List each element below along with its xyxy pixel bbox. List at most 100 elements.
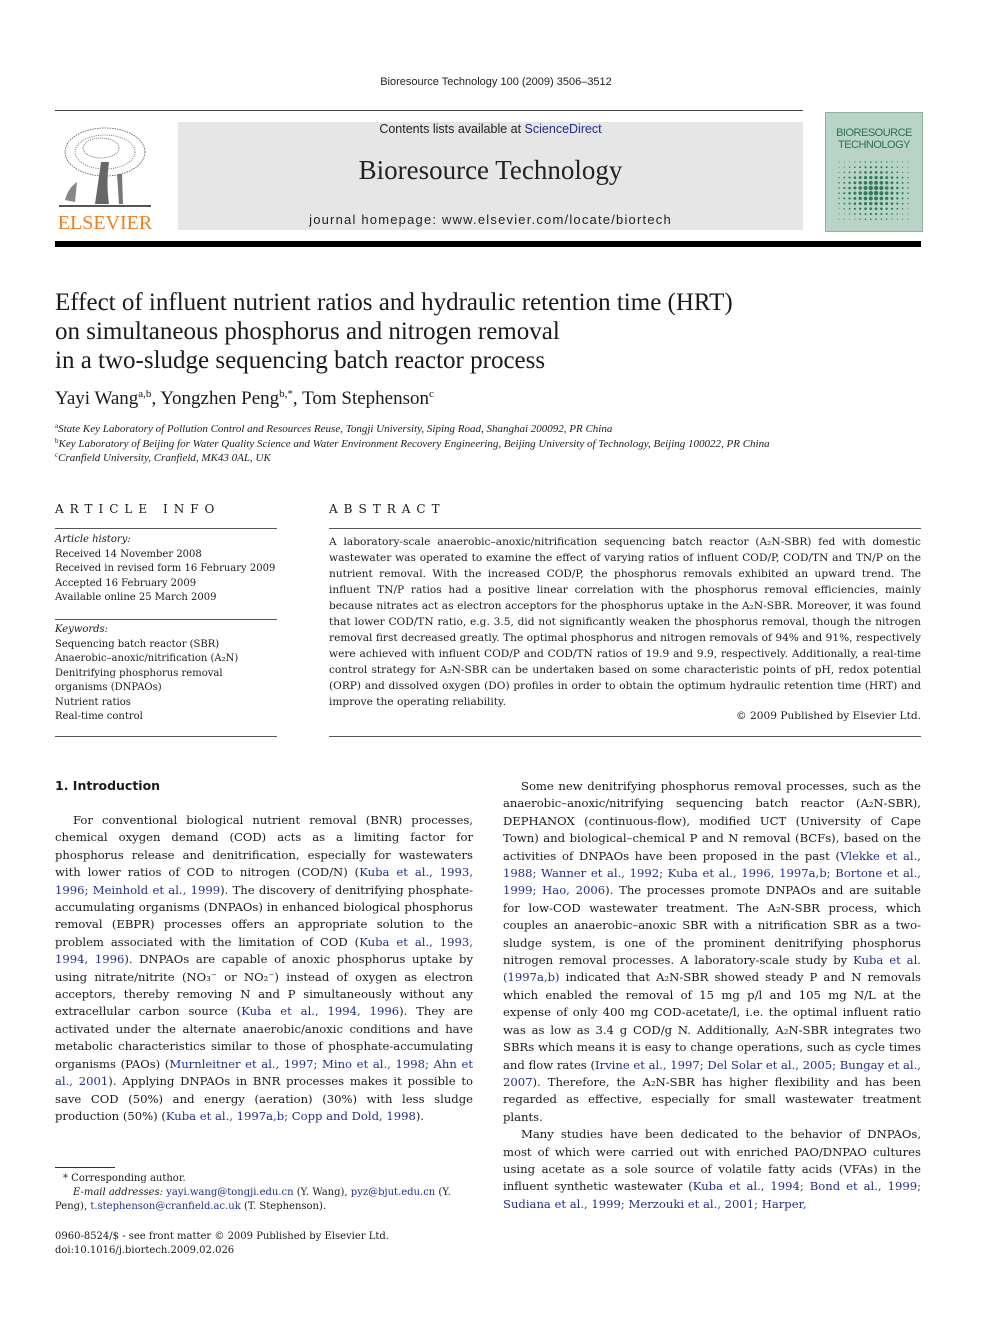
body-paragraph: Some new denitrifying phosphorus removal… — [503, 778, 921, 1126]
contents-prefix: Contents lists available at — [379, 122, 525, 136]
cover-dot — [890, 186, 894, 190]
cover-dot — [886, 218, 888, 220]
cover-dot — [885, 202, 889, 206]
cover-dot — [885, 166, 888, 169]
cover-dot — [885, 213, 888, 215]
cover-dot — [874, 201, 878, 206]
sciencedirect-link[interactable]: ScienceDirect — [525, 122, 602, 136]
cover-dot — [859, 213, 862, 215]
cover-dot — [885, 207, 888, 211]
affiliation-text: Key Laboratory of Beijing for Water Qual… — [58, 438, 770, 450]
cover-dot — [848, 181, 851, 185]
cover-dot — [885, 196, 889, 201]
cover-dot — [874, 207, 878, 211]
email-link[interactable]: t.stephenson@cranfield.ac.uk — [90, 1201, 240, 1212]
cover-dot — [902, 166, 904, 168]
elsevier-logo[interactable]: ELSEVIER — [55, 120, 155, 234]
article-title-line: Effect of influent nutrient ratios and h… — [55, 289, 733, 316]
cover-dot — [879, 191, 884, 196]
author-marks[interactable]: a,b — [138, 388, 151, 400]
cover-dot — [848, 197, 851, 200]
cover-dot — [838, 176, 840, 179]
history-label: Article history: — [55, 534, 131, 545]
cover-dot — [853, 191, 857, 195]
cover-dot — [843, 202, 846, 205]
cover-dot — [854, 161, 856, 163]
cover-title-line: BIORESOURCE — [836, 127, 912, 139]
journal-cover-thumbnail[interactable]: BIORESOURCE TECHNOLOGY — [825, 112, 923, 232]
cover-dot — [858, 196, 862, 201]
cover-dot — [863, 191, 868, 196]
cover-dot — [879, 176, 883, 180]
cover-dot — [864, 207, 867, 211]
cover-dot — [858, 176, 862, 180]
cover-dot — [869, 175, 873, 180]
cover-dot — [890, 191, 894, 195]
cover-dot — [853, 202, 857, 205]
cover-dot — [891, 213, 893, 215]
article-title: Effect of influent nutrient ratios and h… — [55, 288, 935, 375]
cover-dot — [902, 213, 904, 215]
contents-line: Contents lists available at ScienceDirec… — [178, 122, 803, 136]
citation-link[interactable]: Kuba et al., 1997a,b; Copp and Dold, 199… — [166, 1109, 416, 1123]
cover-dot — [880, 212, 883, 216]
top-rule — [55, 110, 803, 111]
body-text: indicated that A₂N-SBR showed steady P a… — [503, 970, 921, 1072]
cover-dot — [868, 190, 874, 196]
cover-dot — [879, 196, 884, 201]
cover-dot — [902, 161, 904, 163]
email-link[interactable]: yayi.wang@tongji.edu.cn — [166, 1187, 293, 1198]
history-entry: Accepted 16 February 2009 — [55, 577, 197, 589]
cover-dot — [838, 218, 840, 220]
cover-dot — [890, 176, 894, 179]
journal-homepage-link[interactable]: journal homepage: www.elsevier.com/locat… — [178, 212, 803, 227]
cover-dot — [874, 171, 878, 174]
cover-dot — [864, 218, 867, 220]
cover-dot — [907, 202, 909, 205]
abstract-rule — [329, 528, 921, 529]
corresponding-author-note: * Corresponding author. — [63, 1173, 186, 1184]
author-name[interactable]: Tom Stephenson — [302, 388, 429, 409]
email-owner: (Y. Wang), — [293, 1187, 351, 1198]
author-name[interactable]: Yongzhen Peng — [160, 388, 279, 409]
article-info-rule — [55, 528, 277, 529]
cover-dot — [848, 176, 851, 179]
cover-dot — [873, 185, 879, 191]
cover-dot — [896, 176, 899, 179]
cover-dot — [848, 202, 851, 205]
cover-dot — [901, 197, 904, 200]
author-marks[interactable]: b,* — [279, 388, 293, 400]
cover-dot — [879, 180, 884, 185]
cover-dot — [890, 207, 894, 210]
cover-dot — [907, 208, 909, 210]
article-history: Article history: Received 14 November 20… — [55, 533, 277, 606]
cover-dot — [907, 197, 909, 200]
cover-dot — [907, 161, 909, 163]
cover-dot — [868, 180, 873, 185]
cover-dot — [849, 161, 851, 163]
author-marks[interactable]: c — [429, 388, 434, 400]
doi-link[interactable]: doi:10.1016/j.biortech.2009.02.026 — [55, 1244, 475, 1258]
cover-dot — [838, 187, 840, 189]
cover-dot — [854, 218, 856, 220]
cover-dot — [890, 171, 894, 174]
abstract-heading: ABSTRACT — [329, 502, 446, 516]
author-name[interactable]: Yayi Wang — [55, 388, 138, 409]
email-link[interactable]: pyz@bjut.edu.cn — [351, 1187, 435, 1198]
cover-dot — [864, 212, 867, 216]
cover-dot — [885, 171, 888, 174]
cover-dot — [875, 161, 877, 163]
cover-dot — [863, 176, 868, 180]
cover-dot — [891, 161, 893, 163]
keyword: Anaerobic–anoxic/nitrification (A₂N) — [55, 653, 239, 664]
cover-dot — [843, 208, 846, 210]
cover-dot — [890, 202, 894, 205]
cover-dot — [843, 161, 845, 163]
cover-dot — [869, 207, 873, 211]
affiliation-text: State Key Laboratory of Pollution Contro… — [58, 423, 613, 435]
citation-link[interactable]: Kuba et al., 1994, 1996 — [241, 1004, 399, 1018]
footer-identifiers: 0960-8524/$ - see front matter © 2009 Pu… — [55, 1230, 475, 1258]
history-entry: Available online 25 March 2009 — [55, 592, 217, 603]
cover-dot — [838, 171, 840, 173]
footnote-rule — [55, 1167, 115, 1168]
